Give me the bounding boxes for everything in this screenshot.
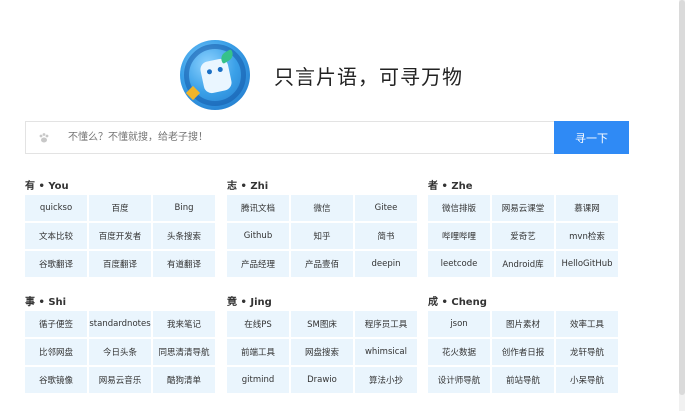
link-item[interactable]: 爱奇艺 [492, 223, 554, 249]
group-title: 志 • Zhi [227, 181, 269, 192]
link-item[interactable]: Drawio [291, 367, 353, 393]
hero: 只言片语，可寻万物 [180, 40, 463, 110]
group-you: 有 • You quickso 百度 Bing 文本比较 百度开发者 头条搜索 … [25, 180, 215, 277]
link-item[interactable]: 知乎 [291, 223, 353, 249]
link-item[interactable]: 文本比较 [25, 223, 87, 249]
link-item[interactable]: 网盘搜索 [291, 339, 353, 365]
link-item[interactable]: 图片素材 [492, 311, 554, 337]
link-grid: 腾讯文档 微信 Gitee Github 知乎 简书 产品经理 产品壹佰 dee… [227, 195, 417, 277]
link-item[interactable]: 前端工具 [227, 339, 289, 365]
link-item[interactable]: HelloGitHub [556, 251, 618, 277]
link-item[interactable]: Github [227, 223, 289, 249]
link-item[interactable]: 我来笔记 [153, 311, 215, 337]
link-item[interactable]: gitmind [227, 367, 289, 393]
link-item[interactable]: 小呆导航 [556, 367, 618, 393]
link-item[interactable]: Gitee [355, 195, 417, 221]
group-zhe: 者 • Zhe 微信排版 网易云课堂 慕课网 哔哩哔哩 爱奇艺 mvn检索 le… [428, 180, 618, 277]
link-item[interactable]: 设计师导航 [428, 367, 490, 393]
link-item[interactable]: Android库 [492, 251, 554, 277]
link-item[interactable]: 微信 [291, 195, 353, 221]
group-jing: 竟 • Jing 在线PS SM图床 程序员工具 前端工具 网盘搜索 whims… [227, 296, 417, 393]
logo [180, 40, 250, 110]
link-item[interactable]: whimsical [355, 339, 417, 365]
link-item[interactable]: 腾讯文档 [227, 195, 289, 221]
link-item[interactable]: 花火数据 [428, 339, 490, 365]
link-item[interactable]: 创作者日报 [492, 339, 554, 365]
search-input[interactable] [52, 122, 554, 153]
link-item[interactable]: 慕课网 [556, 195, 618, 221]
link-item[interactable]: Bing [153, 195, 215, 221]
link-item[interactable]: SM图床 [291, 311, 353, 337]
group-cheng: 成 • Cheng json 图片素材 效率工具 花火数据 创作者日报 龙轩导航… [428, 296, 618, 393]
link-item[interactable]: 谷歌镜像 [25, 367, 87, 393]
link-item[interactable]: 有道翻译 [153, 251, 215, 277]
link-item[interactable]: 循子便签 [25, 311, 87, 337]
link-item[interactable]: 谷歌翻译 [25, 251, 87, 277]
scrollbar-thumb[interactable] [679, 0, 685, 395]
link-item[interactable]: 程序员工具 [355, 311, 417, 337]
link-item[interactable]: 酷狗清单 [153, 367, 215, 393]
link-item[interactable]: standardnotes [89, 311, 151, 337]
link-item[interactable]: deepin [355, 251, 417, 277]
link-item[interactable]: 龙轩导航 [556, 339, 618, 365]
group-title: 竟 • Jing [227, 297, 272, 308]
link-grid: 微信排版 网易云课堂 慕课网 哔哩哔哩 爱奇艺 mvn检索 leetcode A… [428, 195, 618, 277]
group-title: 成 • Cheng [428, 297, 487, 308]
page-title: 只言片语，可寻万物 [274, 64, 463, 89]
link-item[interactable]: 效率工具 [556, 311, 618, 337]
vertical-scrollbar[interactable] [679, 0, 685, 411]
link-grid: quickso 百度 Bing 文本比较 百度开发者 头条搜索 谷歌翻译 百度翻… [25, 195, 215, 277]
link-item[interactable]: quickso [25, 195, 87, 221]
group-title: 者 • Zhe [428, 181, 473, 192]
link-item[interactable]: 简书 [355, 223, 417, 249]
link-item[interactable]: json [428, 311, 490, 337]
link-item[interactable]: 百度 [89, 195, 151, 221]
link-item[interactable]: 比邻网盘 [25, 339, 87, 365]
link-item[interactable]: 百度开发者 [89, 223, 151, 249]
link-item[interactable]: 头条搜索 [153, 223, 215, 249]
group-shi: 事 • Shi 循子便签 standardnotes 我来笔记 比邻网盘 今日头… [25, 296, 215, 393]
paw-icon [26, 122, 52, 153]
search-bar: 寻一下 [25, 121, 629, 154]
link-item[interactable]: 在线PS [227, 311, 289, 337]
link-item[interactable]: 网易云课堂 [492, 195, 554, 221]
link-item[interactable]: 前站导航 [492, 367, 554, 393]
group-title: 有 • You [25, 181, 69, 192]
link-grid: 在线PS SM图床 程序员工具 前端工具 网盘搜索 whimsical gitm… [227, 311, 417, 393]
link-item[interactable]: 网易云音乐 [89, 367, 151, 393]
group-title: 事 • Shi [25, 297, 67, 308]
link-item[interactable]: 算法小抄 [355, 367, 417, 393]
search-button[interactable]: 寻一下 [554, 121, 629, 154]
link-item[interactable]: 今日头条 [89, 339, 151, 365]
link-item[interactable]: 微信排版 [428, 195, 490, 221]
link-grid: 循子便签 standardnotes 我来笔记 比邻网盘 今日头条 同思清清导航… [25, 311, 215, 393]
link-item[interactable]: mvn检索 [556, 223, 618, 249]
link-item[interactable]: 百度翻译 [89, 251, 151, 277]
link-item[interactable]: 哔哩哔哩 [428, 223, 490, 249]
link-grid: json 图片素材 效率工具 花火数据 创作者日报 龙轩导航 设计师导航 前站导… [428, 311, 618, 393]
link-item[interactable]: 同思清清导航 [153, 339, 215, 365]
link-item[interactable]: 产品经理 [227, 251, 289, 277]
link-item[interactable]: 产品壹佰 [291, 251, 353, 277]
link-item[interactable]: leetcode [428, 251, 490, 277]
group-zhi: 志 • Zhi 腾讯文档 微信 Gitee Github 知乎 简书 产品经理 … [227, 180, 417, 277]
